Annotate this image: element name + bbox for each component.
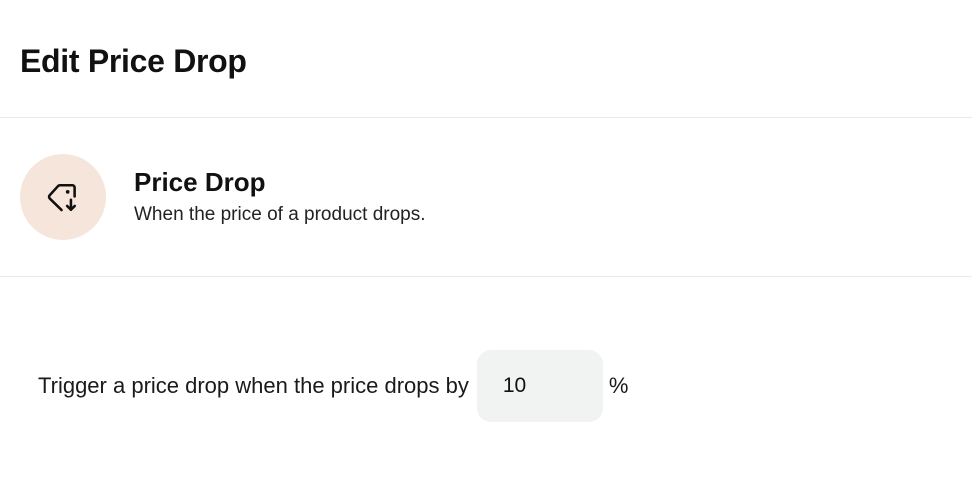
percent-unit-label: %	[608, 373, 629, 398]
trigger-description: When the price of a product drops.	[134, 204, 426, 225]
price-drop-threshold-row: Trigger a price drop when the price drop…	[38, 350, 628, 422]
trigger-text: Price Drop When the price of a product d…	[134, 166, 426, 228]
threshold-percent-input[interactable]	[476, 350, 603, 422]
page-header: Edit Price Drop	[0, 0, 972, 118]
edit-price-drop-page: Edit Price Drop Price Drop When the pric…	[0, 0, 972, 494]
trigger-title: Price Drop	[134, 167, 266, 197]
threshold-label: Trigger a price drop when the price drop…	[38, 373, 469, 398]
page-title: Edit Price Drop	[20, 43, 247, 79]
tag-down-arrow-icon	[47, 183, 77, 212]
trigger-icon-badge	[20, 154, 106, 240]
trigger-card: Price Drop When the price of a product d…	[0, 118, 972, 277]
